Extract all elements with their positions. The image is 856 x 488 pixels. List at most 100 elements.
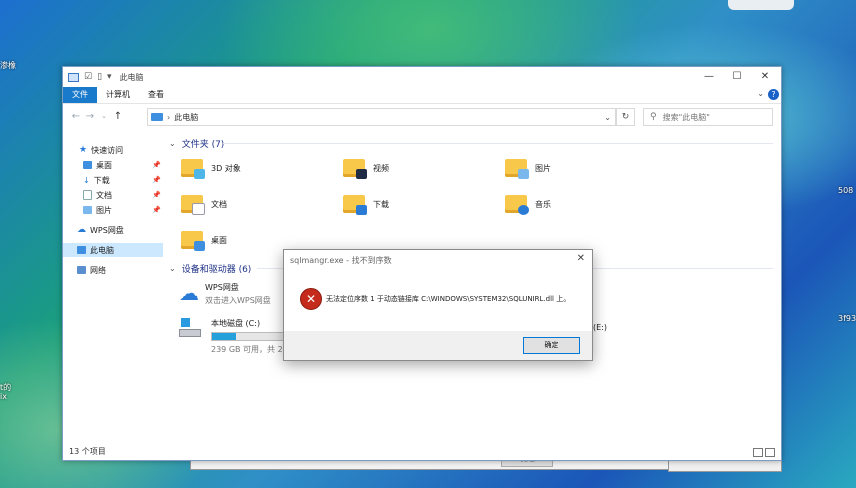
chevron-down-icon[interactable]: ⌄ <box>169 264 176 273</box>
cloud-icon: ☁ <box>179 281 199 305</box>
sidebar-item-label: 网络 <box>90 265 106 275</box>
sidebar-item-label: 此电脑 <box>90 245 114 255</box>
details-view-icon[interactable] <box>753 448 763 457</box>
expand-ribbon-icon[interactable]: ⌄ <box>757 89 764 98</box>
help-icon[interactable]: ? <box>768 89 779 100</box>
search-icon: ⚲ <box>650 112 657 122</box>
desktop-label-fragment[interactable]: ix <box>0 392 7 401</box>
sidebar-item-label: 图片 <box>96 205 112 215</box>
sidebar-item-quick-access[interactable]: ★ 快速访问 <box>63 143 163 157</box>
refresh-button[interactable]: ↻ <box>616 108 635 126</box>
folder-icon <box>181 231 205 251</box>
window-title: 此电脑 <box>119 72 144 82</box>
folder-icon <box>505 159 529 179</box>
sidebar-item-documents[interactable]: 文档 📌 <box>63 188 163 202</box>
sidebar-item-pictures[interactable]: 图片 📌 <box>63 203 163 217</box>
breadcrumb-this-pc[interactable]: 此电脑 <box>174 112 198 123</box>
pictures-icon <box>83 206 92 214</box>
tab-computer[interactable]: 计算机 <box>97 87 139 103</box>
search-placeholder: 搜索"此电脑" <box>662 112 710 122</box>
minimize-button[interactable]: — <box>695 67 723 87</box>
folder-documents[interactable]: 文档 <box>181 189 227 219</box>
dialog-close-button[interactable]: ✕ <box>577 253 585 264</box>
folder-icon <box>343 159 367 179</box>
error-icon: ✕ <box>300 288 322 310</box>
new-folder-quick-icon[interactable]: ▯ <box>97 72 102 82</box>
sidebar-item-desktop[interactable]: 桌面 📌 <box>63 158 163 172</box>
ribbon-tabs: 文件 计算机 查看 ⌄ ? <box>63 87 781 104</box>
dialog-button-bar: 确定 <box>284 331 592 360</box>
pin-icon[interactable]: 📌 <box>152 191 161 199</box>
folder-name: 下载 <box>373 199 389 209</box>
ok-button[interactable]: 确定 <box>523 337 580 354</box>
folder-name: 音乐 <box>535 199 551 209</box>
desktop-label-fragment[interactable]: 3f93 <box>838 314 856 323</box>
cloud-icon: ☁ <box>77 225 86 235</box>
sidebar-item-this-pc[interactable]: 此电脑 <box>63 243 163 257</box>
pin-icon[interactable]: 📌 <box>152 206 161 214</box>
download-icon: ↓ <box>83 175 90 185</box>
folder-icon <box>343 195 367 215</box>
maximize-button[interactable]: ☐ <box>723 67 751 87</box>
desktop-icon <box>83 161 92 169</box>
title-bar[interactable]: ☑ ▯ ▾ 此电脑 — ☐ ✕ <box>63 67 781 87</box>
section-divider <box>223 143 773 144</box>
drive-description: 双击进入WPS网盘 <box>205 296 271 305</box>
folder-desktop[interactable]: 桌面 <box>181 225 227 255</box>
this-pc-icon <box>68 72 79 82</box>
folder-music[interactable]: 音乐 <box>505 189 551 219</box>
pin-icon[interactable]: 📌 <box>152 161 161 169</box>
top-desktop-widget[interactable] <box>728 0 794 10</box>
address-bar-row: ← → ⌄ ↑ › 此电脑 ⌄ ↻ ⚲ 搜索"此电脑" <box>63 104 781 128</box>
folder-downloads[interactable]: 下载 <box>343 189 389 219</box>
sidebar-item-label: 快速访问 <box>91 145 124 155</box>
devices-section-header[interactable]: ⌄ 设备和驱动器 (6) <box>169 261 251 275</box>
tab-view[interactable]: 查看 <box>139 87 173 103</box>
desktop-label-fragment[interactable]: 渗橡 <box>0 60 16 71</box>
sidebar-item-downloads[interactable]: ↓ 下载 📌 <box>63 173 163 187</box>
folder-icon <box>505 195 529 215</box>
this-pc-icon <box>151 113 163 121</box>
drive-e-label[interactable]: (E:) <box>593 323 607 332</box>
customize-quick-access-icon[interactable]: ▾ <box>107 72 112 82</box>
folder-name: 图片 <box>535 163 551 173</box>
folder-name: 桌面 <box>211 235 227 245</box>
back-arrow-icon[interactable]: ← <box>69 111 83 122</box>
breadcrumb-separator-icon[interactable]: › <box>167 113 170 122</box>
section-title: 文件夹 (7) <box>181 139 225 150</box>
properties-quick-icon[interactable]: ☑ <box>84 72 92 82</box>
folder-icon <box>181 195 205 215</box>
recent-locations-icon[interactable]: ⌄ <box>97 112 111 120</box>
folder-videos[interactable]: 视频 <box>343 153 389 183</box>
section-title: 设备和驱动器 (6) <box>181 264 252 275</box>
sidebar-item-label: WPS网盘 <box>90 225 124 235</box>
up-arrow-icon[interactable]: ↑ <box>111 111 125 122</box>
folder-name: 视频 <box>373 163 389 173</box>
error-dialog: sqlmangr.exe - 找不到序数 ✕ ✕ 无法定位序数 1 于动态链接库… <box>283 249 593 361</box>
address-dropdown-icon[interactable]: ⌄ <box>604 113 611 122</box>
forward-arrow-icon[interactable]: → <box>83 111 97 122</box>
this-pc-icon <box>77 246 86 254</box>
chevron-down-icon[interactable]: ⌄ <box>169 139 176 148</box>
desktop-label-fragment[interactable]: 508 <box>838 186 853 195</box>
hard-drive-icon <box>179 318 201 338</box>
document-icon <box>83 190 92 200</box>
folder-name: 3D 对象 <box>211 163 241 173</box>
sidebar-item-wps[interactable]: ☁ WPS网盘 <box>63 223 163 237</box>
sidebar-item-network[interactable]: 网络 <box>63 263 163 277</box>
large-icons-view-icon[interactable] <box>765 448 775 457</box>
item-count-status: 13 个项目 <box>69 447 106 456</box>
close-button[interactable]: ✕ <box>751 67 779 87</box>
network-icon <box>77 266 86 274</box>
error-message: 无法定位序数 1 于动态链接库 C:\WINDOWS\SYSTEM32\SQLU… <box>326 295 571 303</box>
drive-wps[interactable]: ☁ WPS网盘 双击进入WPS网盘 <box>179 282 271 306</box>
address-field[interactable]: › 此电脑 ⌄ <box>147 108 616 126</box>
folder-pictures[interactable]: 图片 <box>505 153 551 183</box>
folder-3d-objects[interactable]: 3D 对象 <box>181 153 241 183</box>
drive-name: WPS网盘 <box>205 283 239 292</box>
tab-file[interactable]: 文件 <box>63 87 97 103</box>
sidebar-item-label: 桌面 <box>96 160 112 170</box>
search-input[interactable]: ⚲ 搜索"此电脑" <box>643 108 773 126</box>
pin-icon[interactable]: 📌 <box>152 176 161 184</box>
folders-section-header[interactable]: ⌄ 文件夹 (7) <box>169 136 224 150</box>
